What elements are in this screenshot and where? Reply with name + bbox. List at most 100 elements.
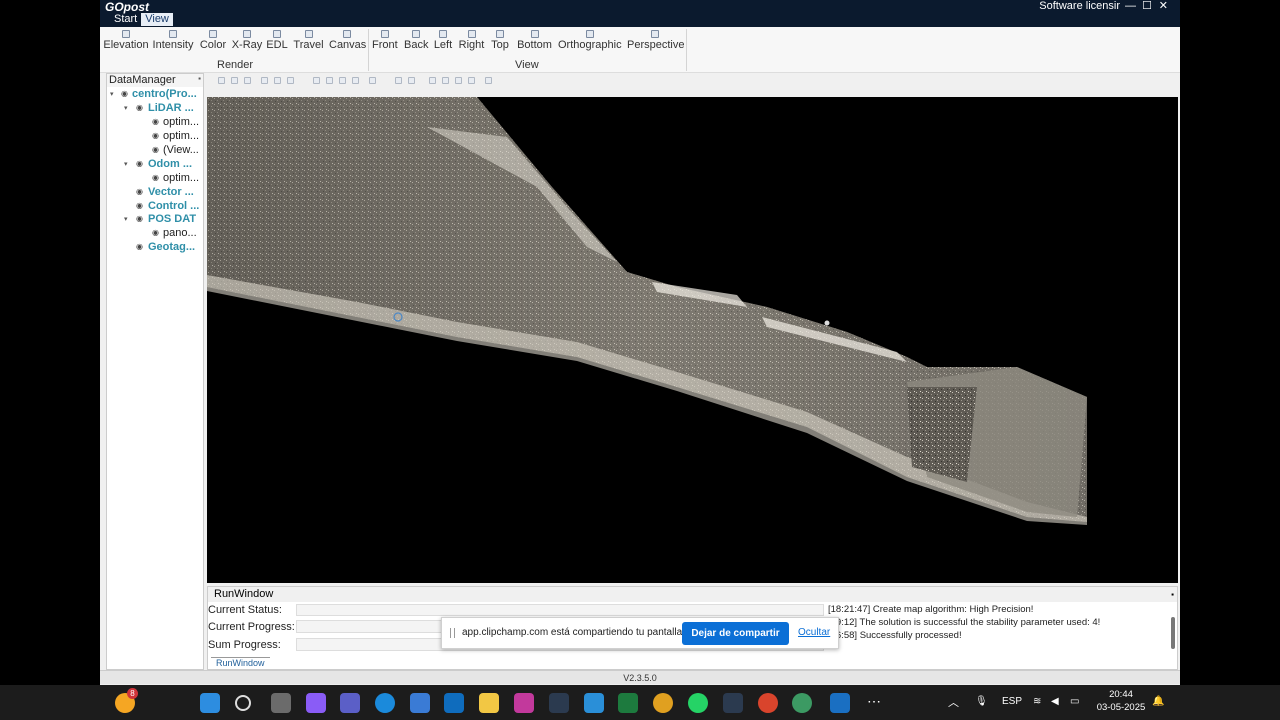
height-tool-icon[interactable] — [352, 77, 359, 84]
crop-tool-icon[interactable] — [442, 77, 449, 84]
left-view-icon — [439, 30, 447, 38]
tree-node-icon: ◉ — [136, 242, 143, 251]
section-tool-icon[interactable] — [455, 77, 462, 84]
wifi-icon[interactable]: ≋ — [1033, 696, 1041, 707]
drag-handle-icon[interactable] — [450, 628, 455, 638]
run-log: [18:21:47] Create map algorithm: High Pr… — [826, 603, 1171, 655]
microphone-icon[interactable]: 🎙 — [975, 696, 988, 707]
license-label[interactable]: Software licensir — [1039, 0, 1120, 13]
tree-node-icon: ◉ — [121, 89, 128, 98]
color-button[interactable]: Color — [199, 30, 227, 51]
battery-icon[interactable]: ▭ — [1070, 696, 1079, 707]
maximize-icon[interactable]: ☐ — [1142, 0, 1152, 13]
teams-icon[interactable] — [340, 693, 360, 713]
notepad-icon[interactable] — [584, 693, 604, 713]
xray-button[interactable]: X-Ray — [231, 30, 263, 51]
chrome-profile-icon[interactable] — [758, 693, 778, 713]
point-cloud-viewport[interactable] — [207, 97, 1178, 583]
globe-app-icon[interactable] — [792, 693, 812, 713]
distance-tool-icon[interactable] — [326, 77, 333, 84]
app-title: GOpost — [105, 0, 149, 14]
gopost-app-icon[interactable] — [830, 693, 850, 713]
clock[interactable]: 20:44 03-05-2025 — [1096, 688, 1146, 714]
left-button[interactable]: Left — [433, 30, 453, 51]
notification-bell-icon[interactable]: 🔔 — [1152, 696, 1164, 707]
clip-tool-icon[interactable] — [429, 77, 436, 84]
travel-icon — [304, 30, 313, 38]
back-button[interactable]: Back — [404, 30, 428, 51]
start-icon[interactable] — [200, 693, 220, 713]
render-group-label: Render — [217, 59, 254, 71]
screen-share-bar: app.clipchamp.com está compartiendo tu p… — [441, 617, 839, 649]
tab-start[interactable]: Start — [110, 13, 141, 26]
log-line: :29:12] The solution is successful the s… — [828, 617, 1101, 628]
powershell-icon[interactable] — [723, 693, 743, 713]
zoom-tool-icon[interactable] — [231, 77, 238, 84]
minimize-icon[interactable]: — — [1125, 0, 1136, 13]
copilot-icon[interactable] — [306, 693, 326, 713]
store-icon[interactable] — [410, 693, 430, 713]
outlook-icon[interactable] — [444, 693, 464, 713]
run-window-header: RunWindow ▪ — [208, 587, 1177, 602]
pin-icon[interactable]: ▪ — [1171, 587, 1174, 602]
canvas-button[interactable]: Canvas — [329, 30, 366, 51]
language-label[interactable]: ESP — [1002, 696, 1022, 707]
volume-icon[interactable]: ◀ — [1051, 696, 1059, 707]
orthographic-icon — [585, 30, 594, 38]
tab-run-window[interactable]: RunWindow — [211, 657, 270, 668]
task-view-icon[interactable] — [271, 693, 291, 713]
hide-link[interactable]: Ocultar — [798, 627, 830, 638]
chrome-icon[interactable] — [653, 693, 673, 713]
stop-sharing-button[interactable]: Dejar de compartir — [682, 622, 789, 645]
expand-arrow-icon[interactable]: ▾ — [124, 215, 128, 223]
bottom-button[interactable]: Bottom — [516, 30, 553, 51]
perspective-button[interactable]: Perspective — [627, 30, 684, 51]
viewport-toolbar — [210, 74, 1178, 86]
reset-tool-icon[interactable] — [287, 77, 294, 84]
orthographic-button[interactable]: Orthographic — [558, 30, 622, 51]
intensity-button[interactable]: Intensity — [152, 30, 194, 51]
tree-node-icon: ◉ — [152, 131, 159, 140]
rotate-tool-icon[interactable] — [274, 77, 281, 84]
select-tool-icon[interactable] — [218, 77, 225, 84]
area-tool-icon[interactable] — [339, 77, 346, 84]
expand-arrow-icon[interactable]: ▾ — [110, 90, 114, 98]
travel-button[interactable]: Travel — [293, 30, 324, 51]
search-icon[interactable] — [235, 695, 251, 711]
terminal-icon[interactable] — [549, 693, 569, 713]
right-button[interactable]: Right — [458, 30, 485, 51]
sum-progress-row: Sum Progress: — [208, 639, 281, 651]
elevation-button[interactable]: Elevation — [103, 30, 149, 51]
front-button[interactable]: Front — [372, 30, 398, 51]
color-icon — [209, 30, 217, 38]
log-scrollbar[interactable] — [1171, 617, 1175, 649]
edl-button[interactable]: EDL — [266, 30, 288, 51]
top-button[interactable]: Top — [491, 30, 509, 51]
m365-icon[interactable] — [514, 693, 534, 713]
expand-arrow-icon[interactable]: ▾ — [124, 160, 128, 168]
measure-tool-icon[interactable] — [313, 77, 320, 84]
screenshot-tool-icon[interactable] — [369, 77, 376, 84]
perspective-icon — [650, 30, 659, 38]
layer-tool-icon[interactable] — [408, 77, 415, 84]
tab-view[interactable]: View — [141, 13, 173, 26]
ribbon: Elevation Intensity Color X-Ray EDL Trav… — [100, 27, 1180, 73]
expand-arrow-icon[interactable]: ▾ — [124, 104, 128, 112]
profile-tool-icon[interactable] — [468, 77, 475, 84]
tree-node-icon: ◉ — [136, 201, 143, 210]
grid-tool-icon[interactable] — [485, 77, 492, 84]
file-explorer-icon[interactable] — [479, 693, 499, 713]
pan-tool-icon[interactable] — [244, 77, 251, 84]
pin-icon[interactable]: ▪ — [198, 74, 201, 83]
close-icon[interactable]: ✕ — [1159, 0, 1168, 13]
tree-node-icon: ◉ — [136, 214, 143, 223]
edge-icon[interactable] — [375, 693, 395, 713]
excel-icon[interactable] — [618, 693, 638, 713]
more-apps-icon[interactable]: ⋯ — [867, 693, 881, 710]
fit-tool-icon[interactable] — [261, 77, 268, 84]
whatsapp-icon[interactable] — [688, 693, 708, 713]
filter-tool-icon[interactable] — [395, 77, 402, 84]
current-status-field — [296, 604, 824, 616]
chevron-up-icon[interactable]: ︿ — [948, 694, 959, 710]
tree-node-icon: ◉ — [136, 103, 143, 112]
